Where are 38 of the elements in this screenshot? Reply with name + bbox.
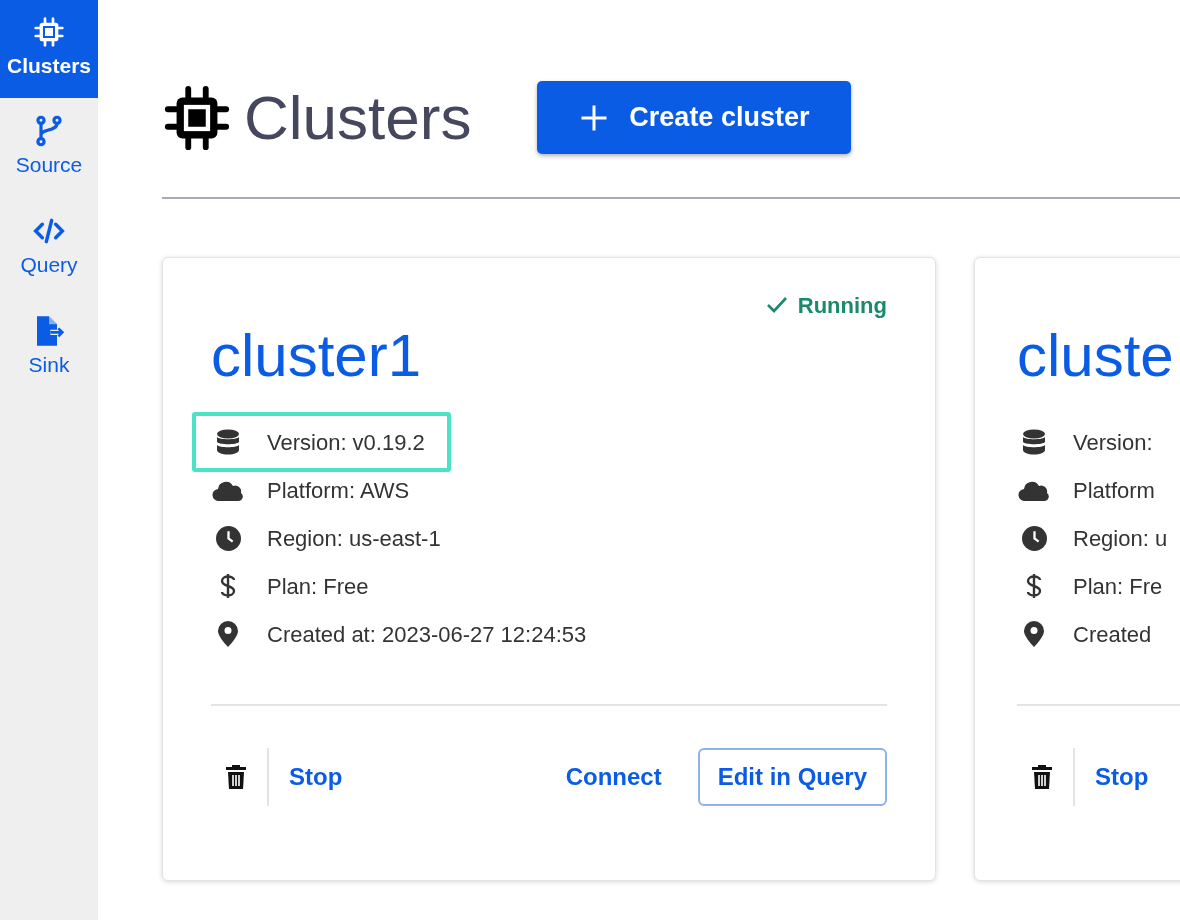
dollar-icon [1026, 573, 1042, 599]
detail-text: Platform: AWS [267, 476, 410, 505]
sidebar-item[interactable]: Sink [0, 298, 98, 398]
sidebar-item[interactable]: Clusters [0, 0, 98, 98]
create-cluster-button[interactable]: Create cluster [537, 81, 852, 154]
detail-text: Created at: 2023-06-27 12:24:53 [267, 620, 587, 649]
page-title: Clusters [244, 86, 472, 149]
trash-icon[interactable] [226, 765, 246, 789]
dollar-icon [220, 573, 236, 599]
stop-button[interactable]: Stop [1095, 759, 1149, 795]
detail-text: Version: v0.19.2 [267, 428, 425, 457]
detail-text: Region: us-east-1 [267, 524, 441, 553]
connect-button[interactable]: Connect [565, 759, 662, 795]
detail-text: Plan: Free [267, 572, 369, 601]
cloud-icon [212, 479, 244, 501]
edit-in-query-button[interactable]: Edit in Query [697, 748, 887, 806]
location-pin-icon [218, 621, 238, 647]
location-pin-icon [1024, 621, 1044, 647]
detail-text: Created [1073, 620, 1152, 649]
cloud-icon [1018, 479, 1050, 501]
chip-icon [33, 16, 65, 49]
status-label: Running [765, 290, 887, 320]
detail-text: Plan: Fre [1073, 572, 1163, 601]
cluster-name[interactable]: cluste [1017, 326, 1180, 386]
sidebar-item[interactable]: Source [0, 98, 98, 198]
detail-text: Platform [1073, 476, 1155, 505]
detail-text: Version: [1073, 428, 1153, 457]
stop-button[interactable]: Stop [289, 759, 343, 795]
sidebar-item[interactable]: Query [0, 198, 98, 298]
clock-icon [215, 525, 241, 551]
database-icon [216, 429, 240, 455]
clock-icon [1021, 525, 1047, 551]
branch-icon [33, 115, 65, 148]
trash-icon[interactable] [1032, 765, 1052, 789]
detail-text: Region: u [1073, 524, 1168, 553]
cluster-name[interactable]: cluster1 [211, 326, 887, 386]
database-icon [1022, 429, 1046, 455]
check-icon [765, 296, 788, 314]
